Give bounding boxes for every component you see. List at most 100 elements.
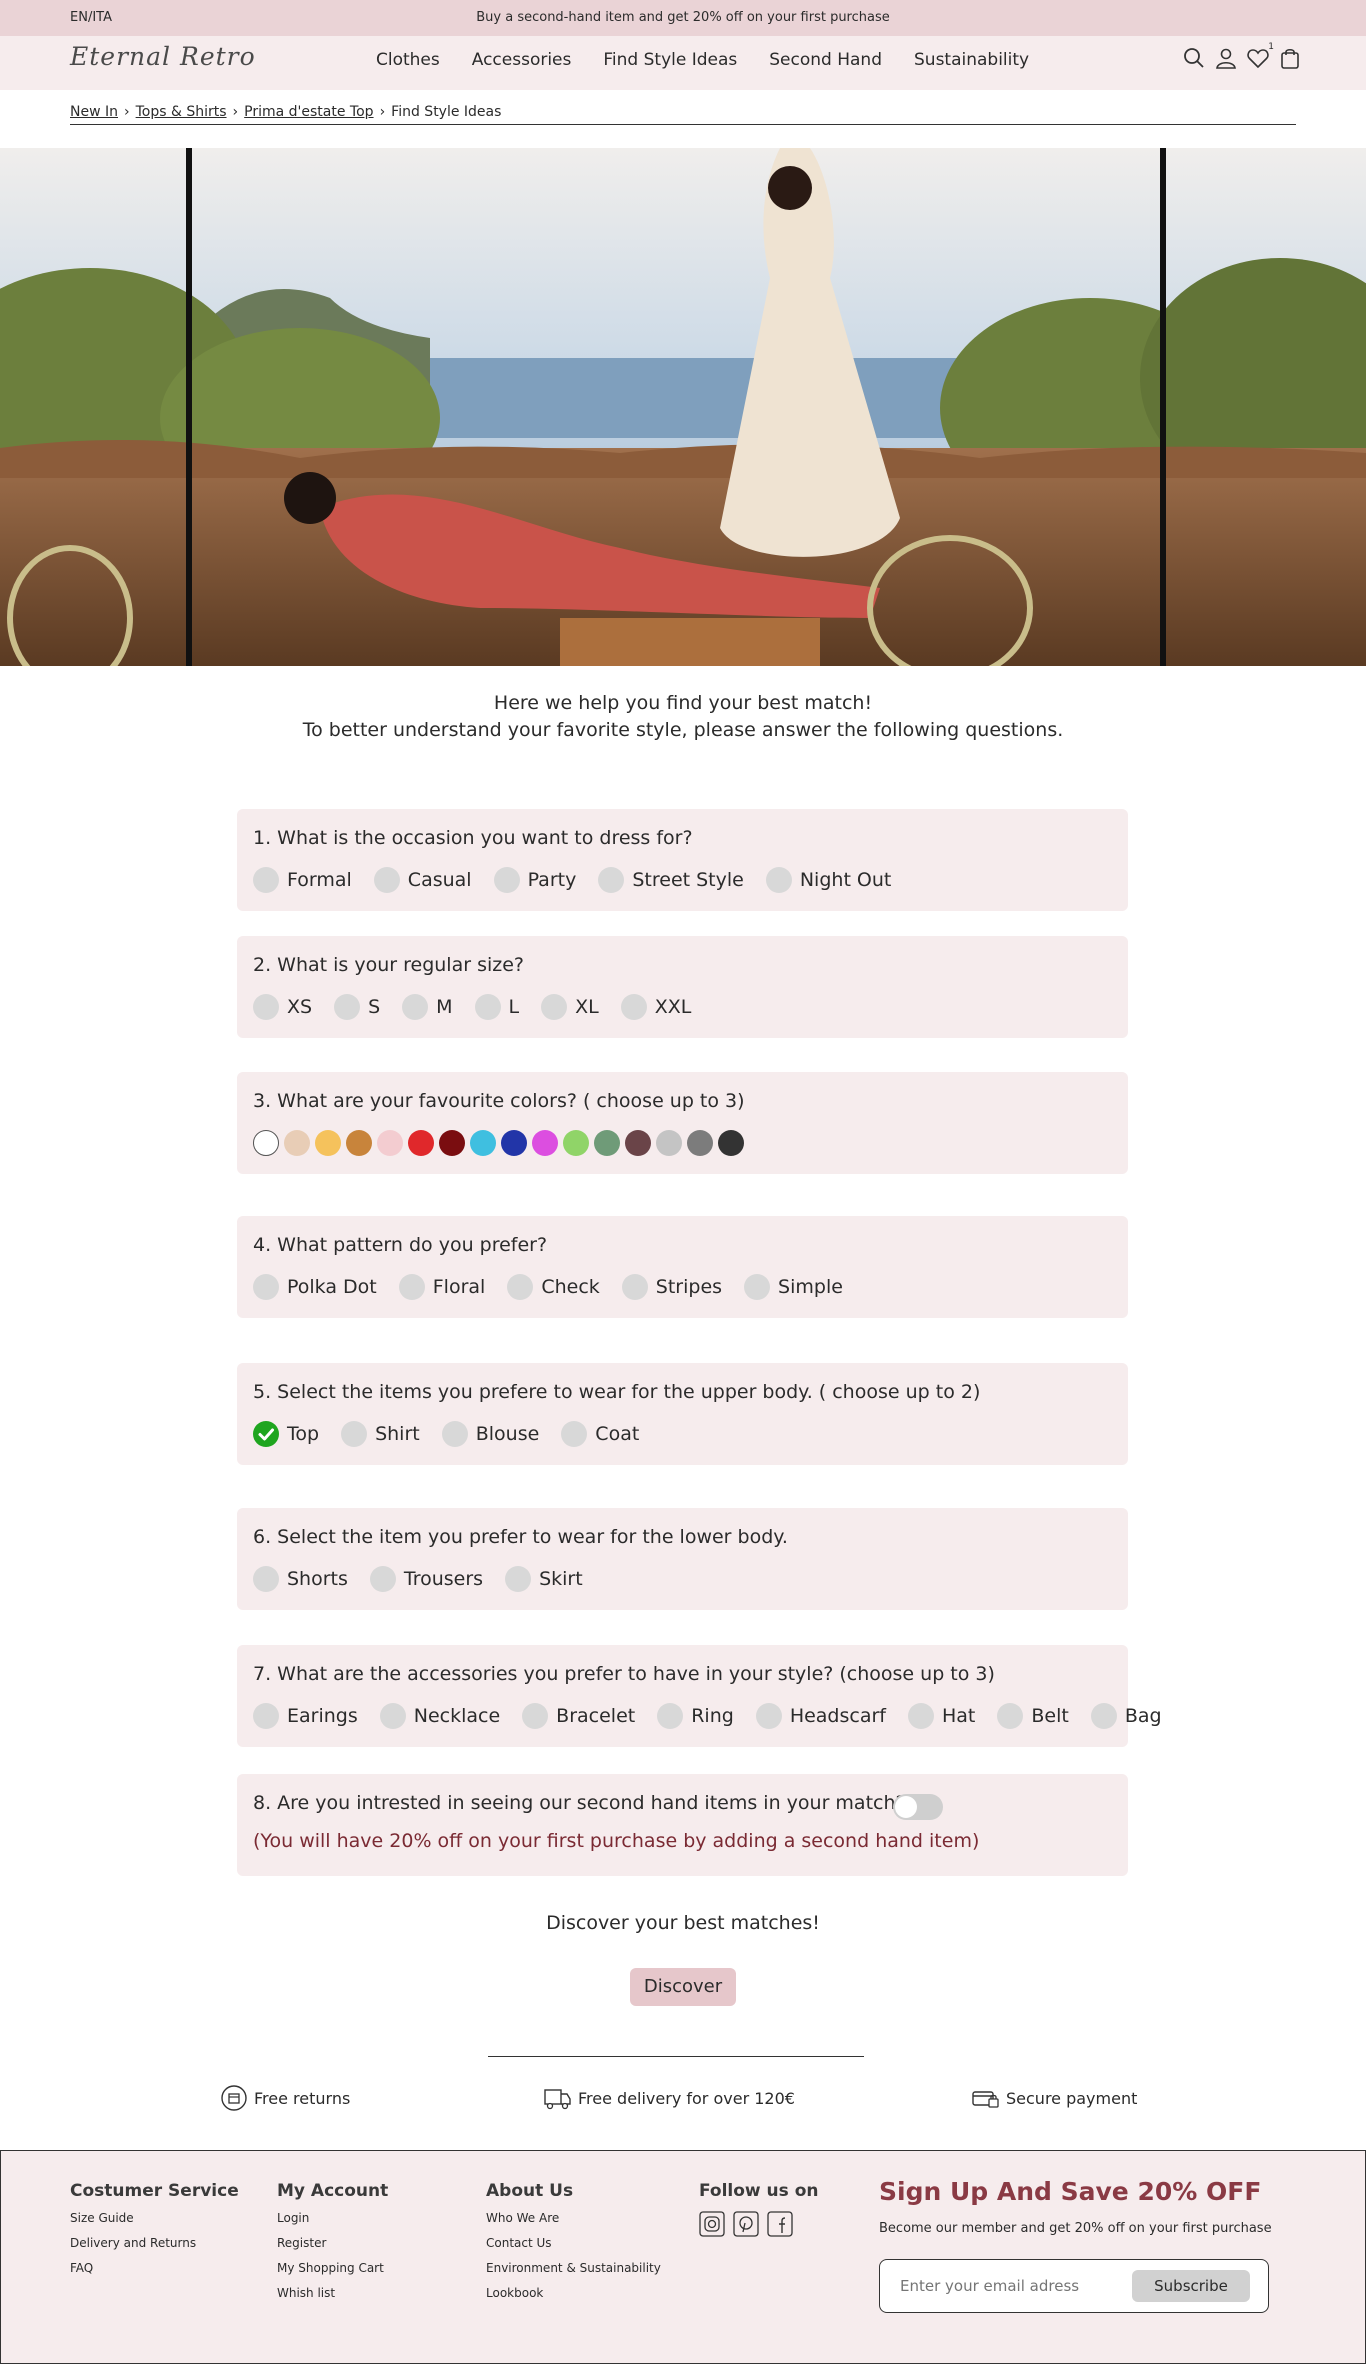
option-shorts[interactable]: Shorts: [253, 1566, 348, 1592]
footer-link-register[interactable]: Register: [277, 2236, 388, 2250]
option-belt[interactable]: Belt: [997, 1703, 1069, 1729]
nav-clothes[interactable]: Clothes: [376, 50, 440, 70]
color-swatch[interactable]: [563, 1130, 589, 1156]
color-swatch[interactable]: [625, 1130, 651, 1156]
option-floral[interactable]: Floral: [398, 1274, 485, 1300]
option-night-out[interactable]: Night Out: [765, 867, 891, 893]
color-swatch[interactable]: [377, 1130, 403, 1156]
color-swatch[interactable]: [315, 1130, 341, 1156]
facebook-icon[interactable]: [767, 2211, 793, 2237]
radio-button[interactable]: [505, 1566, 532, 1592]
option-bracelet[interactable]: Bracelet: [522, 1703, 635, 1729]
bag-icon[interactable]: [1278, 46, 1302, 72]
subscribe-button[interactable]: Subscribe: [1132, 2270, 1250, 2302]
radio-button[interactable]: [253, 1703, 279, 1729]
option-polka-dot[interactable]: Polka Dot: [253, 1274, 377, 1300]
radio-button[interactable]: [522, 1703, 549, 1729]
radio-button[interactable]: [402, 994, 429, 1020]
radio-button[interactable]: [744, 1274, 771, 1300]
option-blouse[interactable]: Blouse: [441, 1421, 539, 1447]
radio-button[interactable]: [997, 1703, 1024, 1729]
footer-link-size-guide[interactable]: Size Guide: [70, 2211, 239, 2225]
option-top[interactable]: Top: [253, 1421, 319, 1447]
color-swatch[interactable]: [594, 1130, 620, 1156]
option-stripes[interactable]: Stripes: [621, 1274, 722, 1300]
instagram-icon[interactable]: [699, 2211, 725, 2237]
option-shirt[interactable]: Shirt: [341, 1421, 420, 1447]
radio-button[interactable]: [253, 1566, 279, 1592]
breadcrumb-new-in[interactable]: New In: [70, 104, 118, 120]
pinterest-icon[interactable]: [733, 2211, 759, 2237]
footer-link-shopping-cart[interactable]: My Shopping Cart: [277, 2261, 388, 2275]
option-street-style[interactable]: Street Style: [598, 867, 744, 893]
radio-button[interactable]: [907, 1703, 934, 1729]
footer-link-sustainability[interactable]: Environment & Sustainability: [486, 2261, 661, 2275]
color-swatch[interactable]: [718, 1130, 744, 1156]
radio-button[interactable]: [253, 994, 279, 1020]
radio-button[interactable]: [1090, 1703, 1117, 1729]
color-swatch[interactable]: [408, 1130, 434, 1156]
radio-button[interactable]: [598, 867, 625, 893]
radio-button[interactable]: [561, 1421, 588, 1447]
email-input[interactable]: [900, 2274, 1120, 2298]
radio-button[interactable]: [441, 1421, 468, 1447]
footer-link-login[interactable]: Login: [277, 2211, 388, 2225]
option-size-s[interactable]: S: [334, 994, 380, 1020]
search-icon[interactable]: [1182, 46, 1206, 72]
option-headscarf[interactable]: Headscarf: [755, 1703, 886, 1729]
option-size-xs[interactable]: XS: [253, 994, 312, 1020]
option-check[interactable]: Check: [507, 1274, 600, 1300]
breadcrumb-tops-shirts[interactable]: Tops & Shirts: [136, 104, 227, 120]
radio-button[interactable]: [379, 1703, 406, 1729]
color-swatch[interactable]: [687, 1130, 713, 1156]
option-formal[interactable]: Formal: [253, 867, 352, 893]
footer-link-lookbook[interactable]: Lookbook: [486, 2286, 661, 2300]
option-casual[interactable]: Casual: [373, 867, 472, 893]
color-swatch[interactable]: [656, 1130, 682, 1156]
nav-second-hand[interactable]: Second Hand: [769, 50, 882, 70]
discover-button[interactable]: Discover: [630, 1968, 736, 2006]
radio-button[interactable]: [253, 1274, 279, 1300]
radio-button[interactable]: [765, 867, 792, 893]
nav-accessories[interactable]: Accessories: [472, 50, 572, 70]
user-icon[interactable]: [1214, 46, 1238, 72]
option-size-xl[interactable]: XL: [541, 994, 599, 1020]
radio-button[interactable]: [341, 1421, 368, 1447]
option-trousers[interactable]: Trousers: [369, 1566, 483, 1592]
footer-link-faq[interactable]: FAQ: [70, 2261, 239, 2275]
footer-link-contact-us[interactable]: Contact Us: [486, 2236, 661, 2250]
option-skirt[interactable]: Skirt: [505, 1566, 583, 1592]
radio-button[interactable]: [369, 1566, 396, 1592]
color-swatch[interactable]: [501, 1130, 527, 1156]
footer-link-who-we-are[interactable]: Who We Are: [486, 2211, 661, 2225]
radio-button[interactable]: [657, 1703, 684, 1729]
radio-button[interactable]: [621, 1274, 648, 1300]
breadcrumb-product[interactable]: Prima d'estate Top: [244, 104, 373, 120]
radio-button[interactable]: [253, 867, 279, 893]
checkmark-icon[interactable]: [253, 1421, 279, 1447]
second-hand-toggle[interactable]: [893, 1794, 943, 1820]
radio-button[interactable]: [507, 1274, 534, 1300]
color-swatch[interactable]: [532, 1130, 558, 1156]
color-swatch[interactable]: [346, 1130, 372, 1156]
nav-find-style-ideas[interactable]: Find Style Ideas: [603, 50, 737, 70]
option-size-m[interactable]: M: [402, 994, 453, 1020]
option-party[interactable]: Party: [493, 867, 576, 893]
radio-button[interactable]: [493, 867, 520, 893]
option-ring[interactable]: Ring: [657, 1703, 734, 1729]
footer-link-wish-list[interactable]: Whish list: [277, 2286, 388, 2300]
option-size-xxl[interactable]: XXL: [620, 994, 691, 1020]
radio-button[interactable]: [474, 994, 501, 1020]
radio-button[interactable]: [755, 1703, 782, 1729]
radio-button[interactable]: [620, 994, 647, 1020]
option-earings[interactable]: Earings: [253, 1703, 358, 1729]
option-size-l[interactable]: L: [474, 994, 519, 1020]
option-hat[interactable]: Hat: [907, 1703, 975, 1729]
color-swatch[interactable]: [284, 1130, 310, 1156]
color-swatch[interactable]: [439, 1130, 465, 1156]
heart-icon[interactable]: 1: [1246, 42, 1274, 72]
radio-button[interactable]: [398, 1274, 425, 1300]
radio-button[interactable]: [541, 994, 568, 1020]
option-bag[interactable]: Bag: [1090, 1703, 1162, 1729]
option-simple[interactable]: Simple: [744, 1274, 843, 1300]
